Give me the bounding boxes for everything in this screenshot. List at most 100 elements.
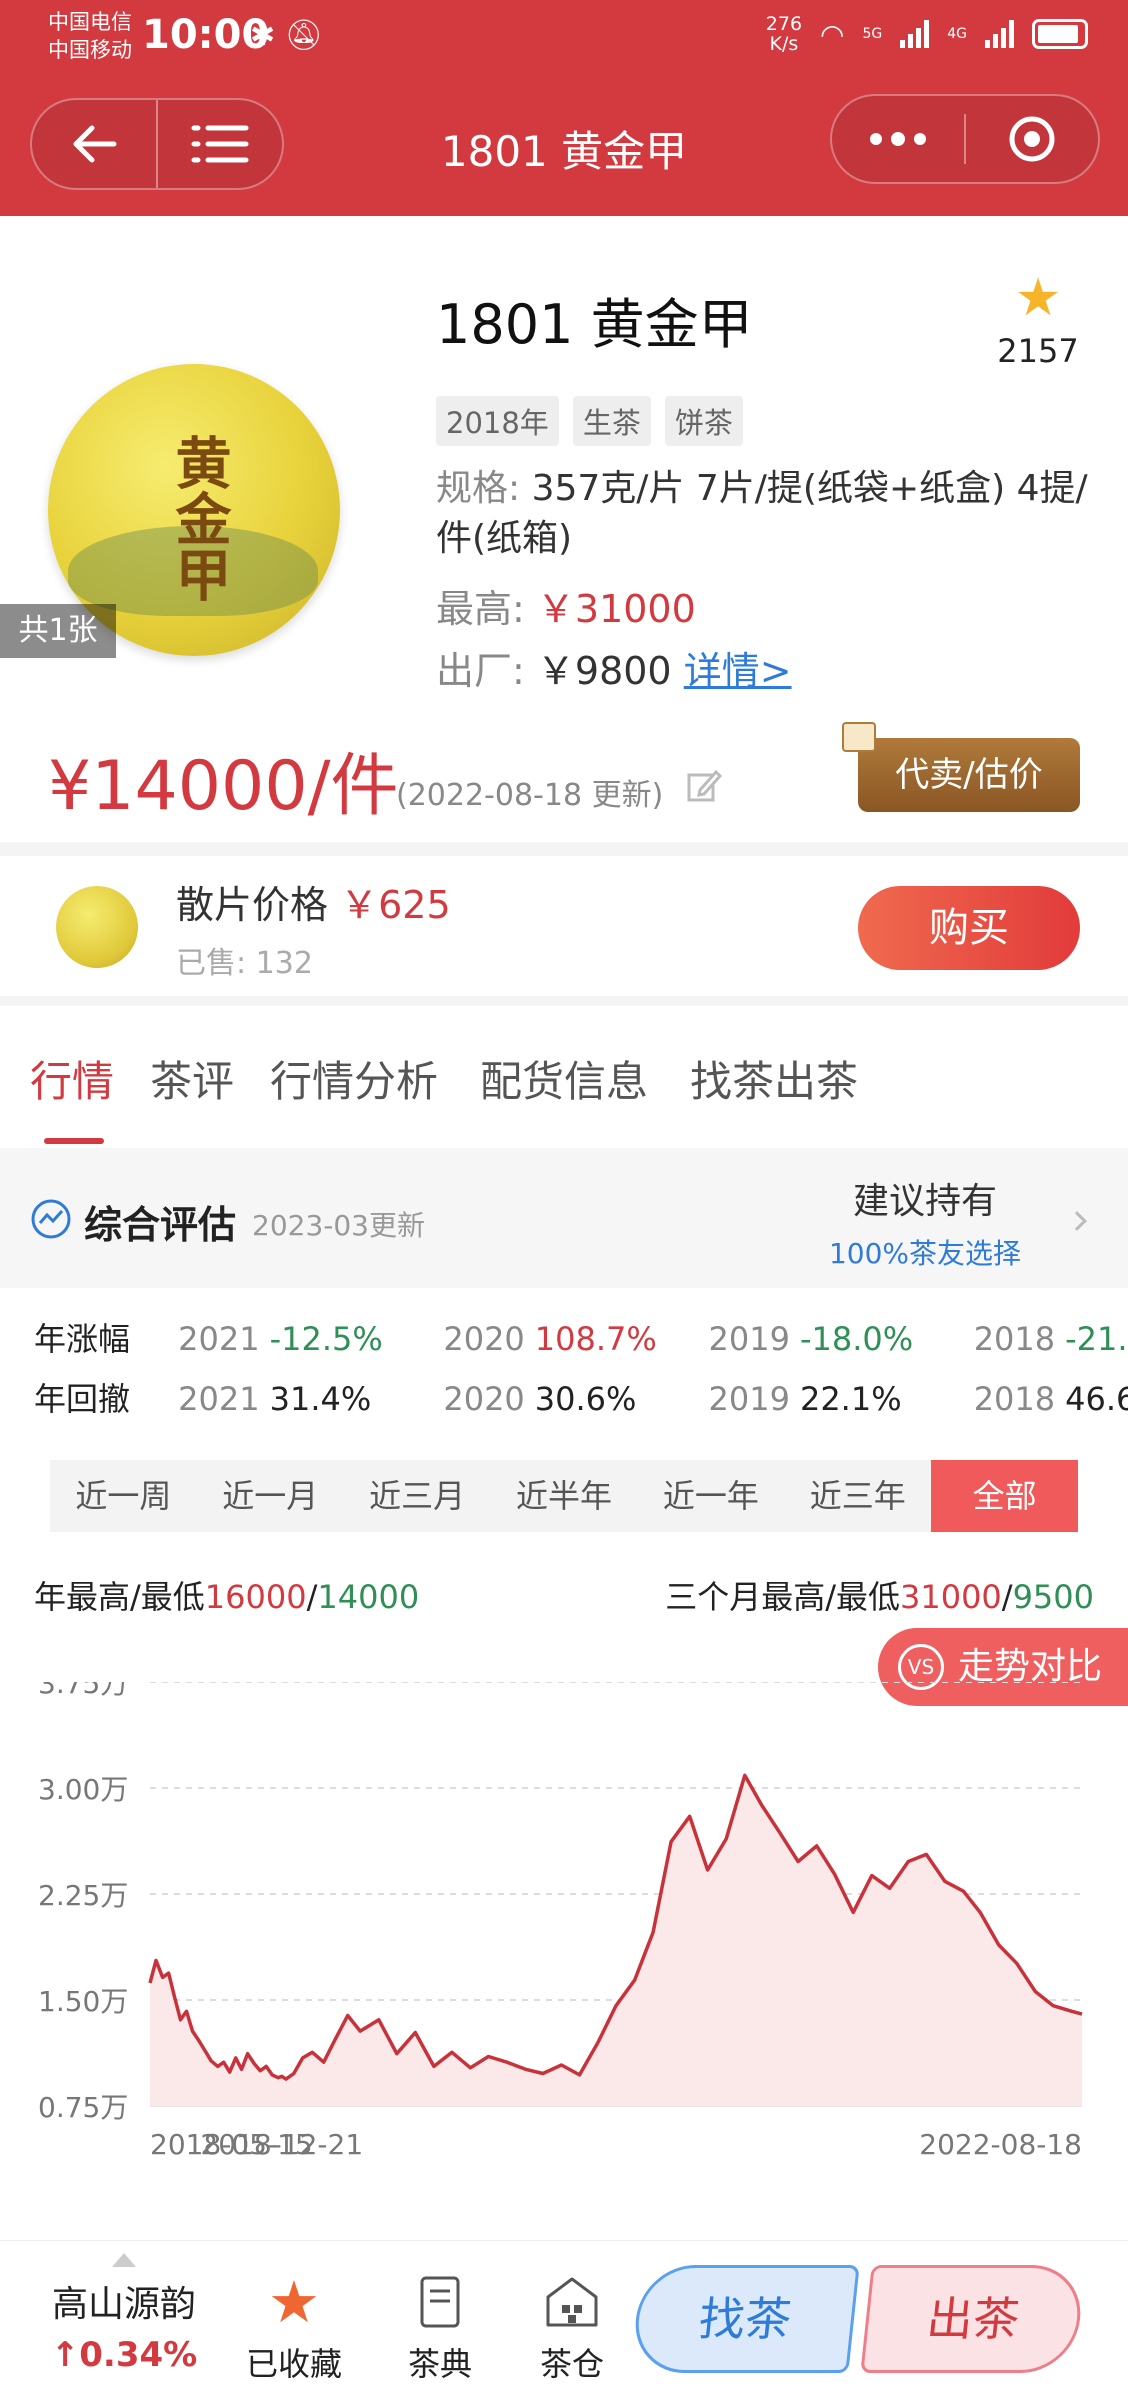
range-month[interactable]: 近一月 — [197, 1460, 344, 1532]
buy-button[interactable]: 购买 — [858, 886, 1080, 970]
range-3years[interactable]: 近三年 — [784, 1460, 931, 1532]
year-high: 16000 — [204, 1578, 307, 1616]
annual-drawdown-row: 年回撤 2021 31.4% 2020 30.6% 2019 22.1% 2018 46… — [34, 1374, 1128, 1420]
details-link[interactable]: 详情> — [684, 649, 792, 693]
nav-bar: 1801 黄金甲 — [0, 80, 1128, 216]
drawdown-year: 2020 — [443, 1380, 525, 1418]
rise-year: 2018 — [973, 1320, 1056, 1358]
max-price-row: 最高: ￥31000 — [436, 578, 696, 633]
target-circle-icon — [1009, 116, 1055, 162]
consign-estimate-button[interactable]: 代卖/估价 — [858, 738, 1080, 812]
edit-icon[interactable] — [686, 768, 722, 804]
annual-rise-row: 年涨幅 2021 -12.5% 2020 108.7% 2019 -18.0% 201… — [34, 1314, 1128, 1360]
bottom-favorited-label: 已收藏 — [245, 2345, 342, 2383]
rise-value: -21.4% — [1065, 1320, 1128, 1358]
range-bar: 近一周 近一月 近三月 近半年 近一年 近三年 全部 — [50, 1460, 1079, 1532]
net-speed: 276 K/s — [766, 14, 802, 54]
annual-rise-label: 年涨幅 — [34, 1320, 131, 1358]
x-tick-label: 2018-12-21 — [200, 2128, 363, 2161]
mute-bell-icon: 🔕︎ — [284, 18, 323, 53]
max-price-label: 最高: — [436, 587, 525, 631]
star-icon: ★ — [1014, 268, 1062, 328]
year-high-low: 年最高/最低16000/14000 — [34, 1572, 419, 1618]
rise-cell: 2019 -18.0% — [709, 1320, 964, 1358]
carrier-labels: 中国电信 中国移动 — [48, 8, 132, 64]
rise-cell: 2020 108.7% — [443, 1320, 698, 1358]
signal-2-icon — [985, 20, 1014, 48]
trend-compare-label: 走势对比 — [958, 1646, 1103, 1687]
product-card: 黄金甲 共1张 1801 黄金甲 ★ 2157 2018年 生茶 饼茶 规格: … — [0, 216, 1128, 842]
index-change: ↑0.34% — [50, 2335, 198, 2375]
range-3months[interactable]: 近三月 — [344, 1460, 491, 1532]
tab-allocation[interactable]: 配货信息 — [480, 1048, 648, 1109]
tab-market[interactable]: 行情 — [30, 1048, 114, 1109]
quarter-high: 31000 — [899, 1578, 1002, 1616]
range-week[interactable]: 近一周 — [50, 1460, 197, 1532]
battery-icon — [1032, 19, 1088, 49]
more-button[interactable] — [832, 96, 964, 182]
trend-chart-icon — [31, 1199, 71, 1239]
drawdown-cell: 201846.6% — [974, 1380, 1128, 1418]
range-year[interactable]: 近一年 — [637, 1460, 784, 1532]
cake-wrapper-text: 黄金甲 — [166, 434, 231, 602]
factory-price-value: ￥9800 — [536, 649, 672, 693]
sell-tea-button[interactable]: 出茶 — [860, 2265, 1086, 2373]
price-chart-panel: 年最高/最低16000/14000 三个月最高/最低31000/9500 VS … — [0, 1562, 1128, 2240]
product-name: 1801 黄金甲 — [436, 293, 753, 356]
drawdown-value: 46.6% — [1065, 1380, 1128, 1418]
active-tab-indicator — [44, 1138, 104, 1144]
factory-price-label: 出厂: — [436, 649, 525, 693]
bottom-tea-dictionary[interactable]: 茶典 — [390, 2271, 490, 2385]
bottom-favorited[interactable]: ★ 已收藏 — [244, 2268, 344, 2385]
quarter-low: 9500 — [1012, 1578, 1094, 1616]
current-price: ¥14000/件 — [48, 747, 399, 826]
price-update-date: (2022-08-18 更新) — [396, 778, 664, 813]
loose-price-value: ￥625 — [340, 883, 451, 927]
hold-title: 建议持有 — [852, 1181, 997, 1222]
annual-drawdown-label: 年回撤 — [34, 1380, 131, 1418]
close-miniapp-button[interactable] — [966, 96, 1098, 182]
drawdown-year: 2019 — [708, 1380, 790, 1418]
more-dots-icon — [870, 132, 926, 146]
tab-find-sell[interactable]: 找茶出茶 — [690, 1048, 858, 1109]
tab-analysis[interactable]: 行情分析 — [270, 1048, 438, 1109]
bluetooth-icon: ✱ — [250, 18, 276, 53]
range-all[interactable]: 全部 — [931, 1460, 1079, 1532]
rise-year: 2021 — [178, 1320, 260, 1358]
drawdown-cell: 2021 31.4% — [178, 1380, 433, 1418]
price-area — [150, 1775, 1082, 2106]
drawdown-value: 30.6% — [534, 1380, 637, 1418]
index-name: 高山源韵 — [51, 2284, 196, 2325]
spec-label: 规格: — [436, 468, 521, 509]
drawdown-year: 2018 — [973, 1380, 1056, 1418]
y-tick-label: 1.50万 — [38, 1985, 128, 2018]
tab-reviews[interactable]: 茶评 — [150, 1048, 234, 1109]
gift-box-icon — [842, 722, 876, 752]
bottom-bar: 高山源韵 ↑0.34% ★ 已收藏 茶典 茶仓 找茶 出茶 — [0, 2240, 1128, 2400]
year-low: 14000 — [317, 1578, 420, 1616]
factory-price-row: 出厂: ￥9800 详情> — [436, 640, 792, 695]
find-tea-button[interactable]: 找茶 — [630, 2265, 860, 2373]
status-icons-right: 276 K/s ◠ 5G 4G — [766, 14, 1088, 54]
carrier-1: 中国电信 — [48, 10, 132, 34]
carrier-2: 中国移动 — [48, 38, 132, 62]
assessment-title: 综合评估 — [84, 1203, 237, 1247]
sold-count: 已售: 132 — [176, 946, 313, 981]
range-6months[interactable]: 近半年 — [491, 1460, 638, 1532]
time-range-selector: 近一周 近一月 近三月 近半年 近一年 近三年 全部 — [0, 1424, 1128, 1562]
drawdown-value: 22.1% — [799, 1380, 902, 1418]
separator: / — [1001, 1578, 1013, 1616]
chevron-right-icon — [1067, 1211, 1087, 1231]
spec-value: 357克/片 7片/提(纸袋+纸盒) 4提/件(纸箱) — [436, 468, 1088, 559]
bottom-tea-warehouse[interactable]: 茶仓 — [522, 2271, 622, 2385]
drawdown-cell: 2019 22.1% — [709, 1380, 964, 1418]
tag-year: 2018年 — [436, 396, 559, 446]
hold-subtitle: 100%茶友选择 — [828, 1237, 1022, 1270]
overall-assessment[interactable]: 综合评估 2023-03更新 建议持有 100%茶友选择 — [0, 1148, 1128, 1288]
favorite-button[interactable]: ★ 2157 — [978, 270, 1098, 370]
rise-year: 2019 — [708, 1320, 790, 1358]
y-tick-label: 0.75万 — [38, 2091, 128, 2124]
market-index[interactable]: 高山源韵 ↑0.34% — [34, 2253, 214, 2375]
price-line-chart[interactable]: 3.75万3.00万2.25万1.50万0.75万2018-05-152018-… — [0, 1682, 1128, 2240]
net-speed-unit: K/s — [769, 33, 799, 55]
